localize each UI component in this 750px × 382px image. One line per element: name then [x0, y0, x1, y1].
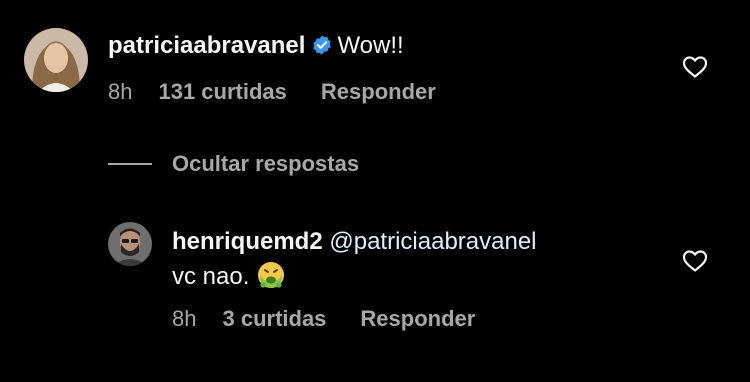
avatar-photo	[108, 222, 152, 266]
avatar-photo	[24, 28, 88, 92]
comment-likes-count[interactable]: 131 curtidas	[158, 79, 286, 105]
avatar[interactable]	[24, 28, 88, 92]
reply-reply-button[interactable]: Responder	[360, 306, 475, 332]
reply-avatar[interactable]	[108, 222, 152, 266]
comment-username[interactable]: patriciaabravanel	[108, 32, 305, 59]
reply-text: vc nao.	[172, 263, 250, 290]
like-heart-icon[interactable]	[682, 55, 708, 79]
divider	[108, 163, 152, 165]
comment-reply-button[interactable]: Responder	[321, 79, 436, 105]
reply-mention-link[interactable]: @patriciaabravanel	[329, 228, 536, 255]
verified-badge-icon	[311, 34, 333, 56]
comment-text: Wow!!	[337, 32, 404, 59]
like-heart-icon[interactable]	[682, 249, 708, 273]
hide-replies-toggle[interactable]: Ocultar respostas	[108, 151, 359, 177]
hide-replies-label[interactable]: Ocultar respostas	[172, 151, 359, 177]
nauseated-face-emoji-icon	[256, 260, 286, 290]
comment-time[interactable]: 8h	[108, 79, 132, 105]
reply-likes-count[interactable]: 3 curtidas	[222, 306, 326, 332]
reply-time[interactable]: 8h	[172, 306, 196, 332]
reply-username[interactable]: henriquemd2	[172, 228, 323, 255]
